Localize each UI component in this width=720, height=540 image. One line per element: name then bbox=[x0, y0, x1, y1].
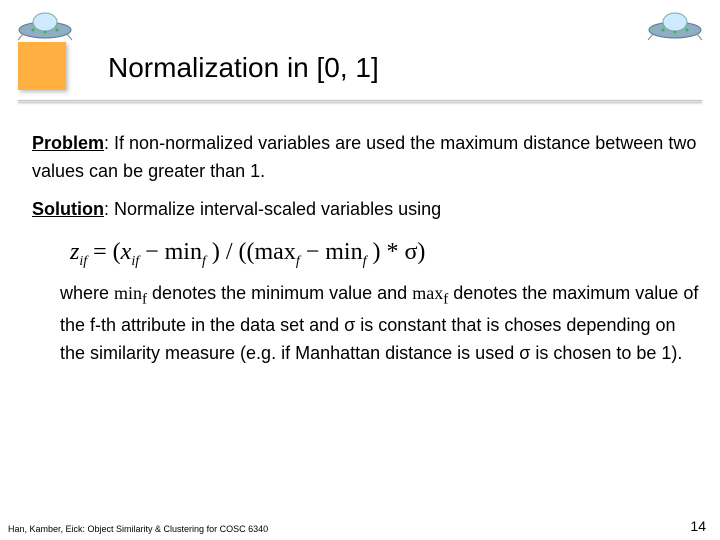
title-accent-box bbox=[18, 42, 66, 90]
ufo-decor-right bbox=[645, 8, 705, 47]
title-underline bbox=[18, 100, 702, 102]
problem-label: Problem bbox=[32, 133, 104, 153]
explain-a: where bbox=[60, 283, 114, 303]
formula-min1: − min bbox=[139, 239, 202, 265]
maxf: max bbox=[412, 283, 443, 303]
explain-b: denotes the minimum value and bbox=[147, 283, 412, 303]
solution-label: Solution bbox=[32, 199, 104, 219]
problem-paragraph: Problem: If non-normalized variables are… bbox=[32, 130, 700, 186]
slide-title: Normalization in [0, 1] bbox=[108, 52, 702, 84]
solution-line: Solution: Normalize interval-scaled vari… bbox=[32, 196, 700, 224]
formula-eq: = ( bbox=[87, 239, 121, 265]
formula-lhs-var: z bbox=[70, 239, 79, 265]
footer-text: Han, Kamber, Eick: Object Similarity & C… bbox=[8, 524, 268, 534]
problem-text: : If non-normalized variables are used t… bbox=[32, 133, 696, 181]
solution-text: : Normalize interval-scaled variables us… bbox=[104, 199, 441, 219]
title-block: Normalization in [0, 1] bbox=[18, 52, 702, 84]
page-number: 14 bbox=[690, 518, 706, 534]
formula-lhs-sub: if bbox=[79, 253, 87, 268]
slide: Normalization in [0, 1] Problem: If non-… bbox=[0, 0, 720, 540]
formula-x: x bbox=[121, 239, 132, 265]
formula-mid: ) / ((max bbox=[206, 239, 296, 265]
formula: zif = (xif − minf ) / ((maxf − minf ) * … bbox=[70, 234, 700, 272]
formula-min2: − min bbox=[300, 239, 363, 265]
slide-body: Problem: If non-normalized variables are… bbox=[32, 130, 700, 378]
formula-x-sub: if bbox=[131, 253, 139, 268]
formula-tail: ) * σ) bbox=[366, 239, 425, 265]
explain-paragraph: where minf denotes the minimum value and… bbox=[60, 280, 700, 368]
minf: min bbox=[114, 283, 142, 303]
